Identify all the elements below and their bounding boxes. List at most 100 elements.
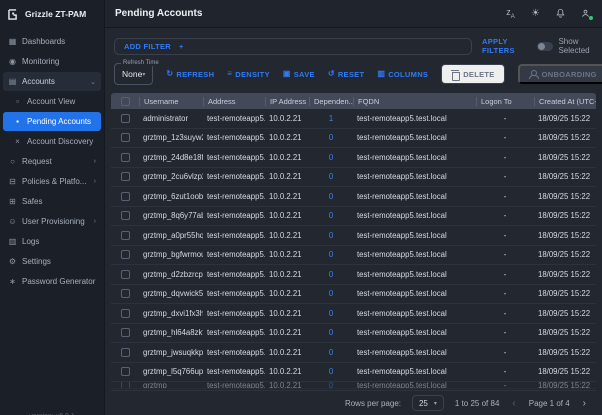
cell-created-at: 18/09/25 15:22 bbox=[534, 114, 596, 123]
sidebar-item-label: Monitoring bbox=[22, 57, 59, 66]
row-checkbox[interactable] bbox=[121, 192, 130, 201]
dependents-link[interactable]: 0 bbox=[309, 133, 353, 142]
notifications-bell-icon[interactable] bbox=[554, 7, 567, 20]
sidebar-item-label: Policies & Platfo... bbox=[22, 177, 86, 186]
sidebar-item-monitoring[interactable]: ◉Monitoring bbox=[3, 52, 101, 71]
table-row: grztmp_hl64a8zkttest-remoteapp5.t10.0.2.… bbox=[111, 324, 596, 344]
user-account-icon[interactable] bbox=[579, 7, 592, 20]
cell-fqdn: test-remoteapp5.test.local bbox=[353, 172, 476, 181]
sidebar-item-label: Account View bbox=[27, 97, 75, 106]
row-checkbox[interactable] bbox=[121, 211, 130, 220]
table-row: grztmp_24d8e18fjtest-remoteapp5.t10.0.2.… bbox=[111, 148, 596, 168]
cell-logon-to: - bbox=[476, 348, 534, 357]
range-text: 1 to 25 of 84 bbox=[455, 399, 499, 408]
sidebar-item-request[interactable]: ○Request› bbox=[3, 152, 101, 171]
account-discovery-icon: × bbox=[13, 137, 22, 146]
row-checkbox[interactable] bbox=[121, 250, 130, 259]
select-all-checkbox[interactable] bbox=[121, 97, 130, 106]
dependents-link[interactable]: 0 bbox=[309, 211, 353, 220]
row-checkbox[interactable] bbox=[121, 172, 130, 181]
row-checkbox[interactable] bbox=[121, 382, 130, 389]
cell-address: test-remoteapp5.t bbox=[203, 153, 265, 162]
delete-button[interactable]: DELETE bbox=[441, 64, 504, 84]
sidebar-item-user-provisioning[interactable]: ☺User Provisioning› bbox=[3, 212, 101, 231]
cell-username: grztmp_a0pr55hq bbox=[139, 231, 203, 240]
dependents-link[interactable]: 0 bbox=[309, 367, 353, 376]
prev-page-button[interactable]: ‹ bbox=[510, 398, 517, 409]
cell-logon-to: - bbox=[476, 211, 534, 220]
pending-accounts-table: UsernameAddressIP AddressDependen...FQDN… bbox=[111, 93, 596, 390]
dependents-link[interactable]: 0 bbox=[309, 231, 353, 240]
refresh-time-select[interactable]: Refresh Time None ▾ bbox=[114, 63, 153, 85]
dependents-link[interactable]: 0 bbox=[309, 250, 353, 259]
dependents-link[interactable]: 0 bbox=[309, 289, 353, 298]
cell-address: test-remoteapp5.t bbox=[203, 133, 265, 142]
sidebar-item-dashboards[interactable]: ▦Dashboards bbox=[3, 32, 101, 51]
cell-created-at: 18/09/25 15:22 bbox=[534, 348, 596, 357]
save-button[interactable]: ▣SAVE bbox=[283, 70, 315, 79]
row-checkbox[interactable] bbox=[121, 309, 130, 318]
columns-button[interactable]: ▥COLUMNS bbox=[377, 70, 428, 79]
row-checkbox[interactable] bbox=[121, 114, 130, 123]
cell-created-at: 18/09/25 15:22 bbox=[534, 133, 596, 142]
rows-per-page-select[interactable]: 25 ▾ bbox=[412, 395, 444, 411]
dependents-link[interactable]: 0 bbox=[309, 309, 353, 318]
sidebar-item-accounts[interactable]: ▤Accounts⌄ bbox=[3, 72, 101, 91]
cell-logon-to: - bbox=[476, 153, 534, 162]
dependents-link[interactable]: 1 bbox=[309, 114, 353, 123]
cell-username: administrator bbox=[139, 114, 203, 123]
row-checkbox[interactable] bbox=[121, 289, 130, 298]
safes-icon: ⊞ bbox=[8, 197, 17, 206]
cell-logon-to: - bbox=[476, 192, 534, 201]
row-checkbox[interactable] bbox=[121, 231, 130, 240]
column-header-created_at[interactable]: Created At (UTC+... bbox=[534, 97, 596, 106]
row-checkbox[interactable] bbox=[121, 367, 130, 376]
show-selected-toggle[interactable]: Show Selected bbox=[537, 37, 593, 55]
column-header-address[interactable]: Address bbox=[203, 97, 265, 106]
refresh-icon: ↻ bbox=[166, 70, 173, 78]
dependents-link[interactable]: 0 bbox=[309, 348, 353, 357]
column-header-username[interactable]: Username bbox=[139, 97, 203, 106]
theme-icon[interactable]: ☀ bbox=[529, 7, 542, 20]
dependents-link[interactable]: 0 bbox=[309, 153, 353, 162]
density-button[interactable]: ≡DENSITY bbox=[227, 70, 270, 79]
cell-address: test-remoteapp5.t bbox=[203, 172, 265, 181]
column-header-ip[interactable]: IP Address bbox=[265, 97, 309, 106]
cell-address: test-remoteapp5.t bbox=[203, 211, 265, 220]
row-checkbox-cell bbox=[111, 289, 139, 298]
reset-button[interactable]: ↺RESET bbox=[328, 70, 365, 79]
cell-ip-address: 10.0.2.21 bbox=[265, 289, 309, 298]
sidebar-item-pending-accounts[interactable]: ▪Pending Accounts bbox=[3, 112, 101, 131]
sidebar-item-account-discovery[interactable]: ×Account Discovery bbox=[3, 132, 101, 151]
sidebar-item-password-generator[interactable]: ∗Password Generator bbox=[3, 272, 101, 291]
dependents-link[interactable]: 0 bbox=[309, 270, 353, 279]
add-filter-button[interactable]: ADD FILTER + bbox=[114, 38, 472, 55]
sidebar-item-policies-platforms[interactable]: ⊟Policies & Platfo...› bbox=[3, 172, 101, 191]
column-header-dependents[interactable]: Dependen... bbox=[309, 97, 353, 106]
dependents-link[interactable]: 0 bbox=[309, 382, 353, 389]
sidebar-item-account-view[interactable]: ▫Account View bbox=[3, 92, 101, 111]
column-header-logon_to[interactable]: Logon To bbox=[476, 97, 534, 106]
row-checkbox-cell bbox=[111, 172, 139, 181]
sidebar-item-settings[interactable]: ⚙Settings bbox=[3, 252, 101, 271]
sidebar-item-logs[interactable]: ▥Logs bbox=[3, 232, 101, 251]
translate-icon[interactable]: zA bbox=[504, 7, 517, 20]
sidebar-item-safes[interactable]: ⊞Safes bbox=[3, 192, 101, 211]
next-page-button[interactable]: › bbox=[581, 398, 588, 409]
chevron-down-icon: ⌄ bbox=[90, 78, 96, 86]
apply-filters-button[interactable]: APPLY FILTERS bbox=[482, 37, 527, 55]
row-checkbox[interactable] bbox=[121, 328, 130, 337]
column-header-fqdn[interactable]: FQDN bbox=[353, 97, 476, 106]
row-checkbox[interactable] bbox=[121, 133, 130, 142]
onboarding-button[interactable]: ONBOARDING bbox=[518, 64, 602, 84]
row-checkbox[interactable] bbox=[121, 270, 130, 279]
cell-fqdn: test-remoteapp5.test.local bbox=[353, 211, 476, 220]
row-checkbox[interactable] bbox=[121, 153, 130, 162]
row-checkbox[interactable] bbox=[121, 348, 130, 357]
cell-logon-to: - bbox=[476, 270, 534, 279]
cell-address: test-remoteapp5.t bbox=[203, 192, 265, 201]
dependents-link[interactable]: 0 bbox=[309, 172, 353, 181]
dependents-link[interactable]: 0 bbox=[309, 328, 353, 337]
dependents-link[interactable]: 0 bbox=[309, 192, 353, 201]
refresh-button[interactable]: ↻REFRESH bbox=[166, 70, 214, 79]
